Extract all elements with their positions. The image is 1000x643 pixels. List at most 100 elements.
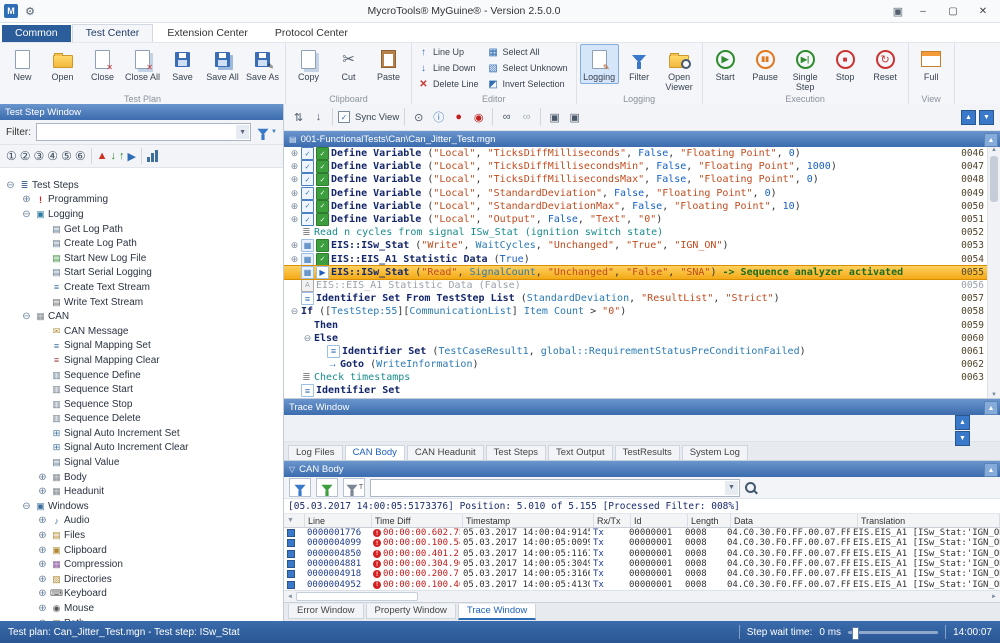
tree-item-clipboard[interactable]: ⊕▣Clipboard	[0, 543, 283, 558]
trace-scroll-up-button[interactable]: ▲	[955, 415, 970, 430]
dock-tab-error-window[interactable]: Error Window	[288, 604, 364, 619]
column-header-length[interactable]: Length	[688, 514, 731, 527]
can-table-row[interactable]: 0000004952!00:00:00.100.460805.03.2017 1…	[284, 579, 1000, 589]
timer-icon[interactable]: ⊙	[410, 109, 427, 126]
tree-item-audio[interactable]: ⊕♪Audio	[0, 514, 283, 529]
tree-item-logging[interactable]: ⊖▣Logging	[0, 207, 283, 222]
delete-line-button[interactable]: ✕Delete Line	[415, 76, 484, 92]
trace-tab-system-log[interactable]: System Log	[682, 445, 748, 460]
filter-apply-button[interactable]	[289, 478, 311, 497]
tree-item-start-new-log-file[interactable]: ▤Start New Log File	[0, 251, 283, 266]
can-table-hscrollbar[interactable]: ◄ ►	[284, 590, 1000, 602]
copy-button[interactable]: Copy	[289, 44, 328, 84]
tree-item-create-log-path[interactable]: ▤Create Log Path	[0, 236, 283, 251]
logging-button[interactable]: ✎Logging	[580, 44, 619, 84]
trace-tab-log-files[interactable]: Log Files	[288, 445, 343, 460]
trace-tab-test-steps[interactable]: Test Steps	[486, 445, 546, 460]
editor-line[interactable]: ⊕▦✓EIS::EIS_A1 Statistic Data (True)0054	[284, 253, 988, 266]
ribbon-tab-extension-center[interactable]: Extension Center	[154, 25, 261, 42]
pause-button[interactable]: ▮▮Pause	[746, 44, 785, 84]
ribbon-tab-test-center[interactable]: Test Center	[72, 24, 154, 42]
collapse-can-body-button[interactable]: ▲	[984, 463, 998, 477]
trace-scroll-down-button[interactable]: ▼	[955, 431, 970, 446]
tree-item-sequence-define[interactable]: ▥Sequence Define	[0, 368, 283, 383]
tree-item-signal-auto-increment-set[interactable]: ⊞Signal Auto Increment Set	[0, 426, 283, 441]
editor-line[interactable]: AEIS::EIS_A1 Statistic Data (False)0056	[284, 279, 988, 292]
snapshot-all-icon[interactable]: ▣	[566, 109, 583, 126]
close-button[interactable]: ✕Close	[83, 44, 122, 84]
settings-icon[interactable]: ⚙	[22, 5, 38, 18]
tree-item-signal-mapping-clear[interactable]: ≡Signal Mapping Clear	[0, 353, 283, 368]
trace-tab-can-body[interactable]: CAN Body	[345, 445, 405, 460]
editor-line[interactable]: ⊖If ([TestStep:55][CommunicationList] It…	[284, 305, 988, 318]
filter-options-button[interactable]: ▼	[256, 128, 277, 136]
editor-line[interactable]: ⊕✓✓Define Variable ("Local", "TicksDiffM…	[284, 160, 988, 173]
filter-highlight-button[interactable]	[316, 478, 338, 497]
tree-item-headunit[interactable]: ⊕▦Headunit	[0, 484, 283, 499]
tree-item-body[interactable]: ⊕▦Body	[0, 470, 283, 485]
editor-line[interactable]: ▦▶EIS::ISw_Stat ("Read", SignalCount, "U…	[284, 266, 988, 279]
tree-item-get-log-path[interactable]: ▤Get Log Path	[0, 222, 283, 237]
editor-line[interactable]: ⊕▦✓EIS::ISw_Stat ("Write", WaitCycles, "…	[284, 239, 988, 252]
editor-line[interactable]: ≣Check timestamps0063	[284, 371, 988, 384]
column-header-time-diff[interactable]: Time Diff	[372, 514, 463, 527]
trace-filter-dropdown[interactable]: ▼	[370, 479, 740, 497]
editor-line[interactable]: ≡Identifier Set (TestCaseResult1, global…	[284, 345, 988, 358]
row-reorder-icon[interactable]: ⇅	[290, 109, 307, 126]
code-editor[interactable]: ⊕✓✓Define Variable ("Local", "TicksDiffM…	[284, 147, 1000, 399]
ribbon-tab-common[interactable]: Common	[2, 25, 71, 42]
can-table-row[interactable]: 0000004099!00:00:00.100.541605.03.2017 1…	[284, 538, 1000, 548]
tree-item-signal-value[interactable]: ▤Signal Value	[0, 455, 283, 470]
step-wait-slider[interactable]	[848, 631, 938, 634]
trace-tab-text-output[interactable]: Text Output	[548, 445, 613, 460]
scroll-down-button[interactable]: ▼	[979, 110, 994, 125]
scroll-right-icon[interactable]: ►	[988, 594, 1000, 600]
open-button[interactable]: Open	[43, 44, 82, 84]
invert-selection-button[interactable]: ◩Invert Selection	[485, 76, 573, 92]
paste-button[interactable]: Paste	[369, 44, 408, 84]
filter-dropdown[interactable]: ▼	[36, 123, 251, 141]
editor-line[interactable]: ≡Identifier Set	[284, 384, 988, 397]
snapshot-icon[interactable]: ▣	[546, 109, 563, 126]
reset-button[interactable]: ↻Reset	[866, 44, 905, 84]
run-step-icon[interactable]: ▶	[127, 150, 135, 163]
editor-line[interactable]: ⊖Else0060	[284, 332, 988, 345]
level-3-filter-button[interactable]: ③	[34, 149, 45, 163]
can-table-row[interactable]: 0000004881!00:00:00.304.908805.03.2017 1…	[284, 559, 1000, 569]
tree-item-compression[interactable]: ⊕▦Compression	[0, 557, 283, 572]
column-header-timestamp[interactable]: Timestamp	[463, 514, 594, 527]
level-6-filter-button[interactable]: ⑥	[75, 149, 86, 163]
line-up-button[interactable]: ↑Line Up	[415, 44, 484, 60]
tree-item-signal-mapping-set[interactable]: ≡Signal Mapping Set	[0, 339, 283, 354]
tree-item-directories[interactable]: ⊕▨Directories	[0, 572, 283, 587]
scrollbar-thumb[interactable]	[990, 156, 998, 202]
import-steps-icon[interactable]: ↓	[110, 150, 116, 162]
editor-line[interactable]: ⊕✓✓Define Variable ("Local", "StandardDe…	[284, 187, 988, 200]
record-all-icon[interactable]: ◉	[470, 109, 487, 126]
tree-item-sequence-start[interactable]: ▥Sequence Start	[0, 382, 283, 397]
panel-toggle-icon[interactable]: ▣	[890, 5, 906, 18]
dock-tab-property-window[interactable]: Property Window	[366, 604, 456, 619]
new-button[interactable]: New	[3, 44, 42, 84]
slider-thumb[interactable]	[852, 627, 859, 640]
tree-item-write-text-stream[interactable]: ▤Write Text Stream	[0, 295, 283, 310]
column-header-rx-tx[interactable]: Rx/Tx	[594, 514, 631, 527]
can-table-row[interactable]: 0000004918!00:00:00.200.716805.03.2017 1…	[284, 569, 1000, 579]
filter-button[interactable]: Filter	[620, 44, 659, 84]
column-header-translation[interactable]: Translation	[858, 514, 1000, 527]
select-unknown-button[interactable]: ▧Select Unknown	[485, 60, 573, 76]
tree-item-signal-auto-increment-clear[interactable]: ⊞Signal Auto Increment Clear	[0, 441, 283, 456]
tree-item-mouse[interactable]: ⊕◉Mouse	[0, 601, 283, 616]
save-button[interactable]: Save	[163, 44, 202, 84]
collapse-editor-button[interactable]: ▲	[984, 133, 998, 147]
can-table-row[interactable]: 0000001776!00:00:00.602.752005.03.2017 1…	[284, 528, 1000, 538]
editor-line[interactable]: →Goto (WriteInformation)0062	[284, 358, 988, 371]
collapse-trace-button[interactable]: ▲	[984, 401, 998, 415]
editor-line[interactable]: ≡Identifier Set From TestStep List (Stan…	[284, 292, 988, 305]
scrollbar-down-icon[interactable]: ▼	[991, 392, 997, 398]
tree-item-sequence-delete[interactable]: ▥Sequence Delete	[0, 412, 283, 427]
tree-item-can-message[interactable]: ✉CAN Message	[0, 324, 283, 339]
link-icon[interactable]: ∞	[498, 109, 515, 126]
close-all-button[interactable]: ✕Close All	[123, 44, 162, 84]
error-marker-icon[interactable]: ▲	[97, 150, 108, 162]
